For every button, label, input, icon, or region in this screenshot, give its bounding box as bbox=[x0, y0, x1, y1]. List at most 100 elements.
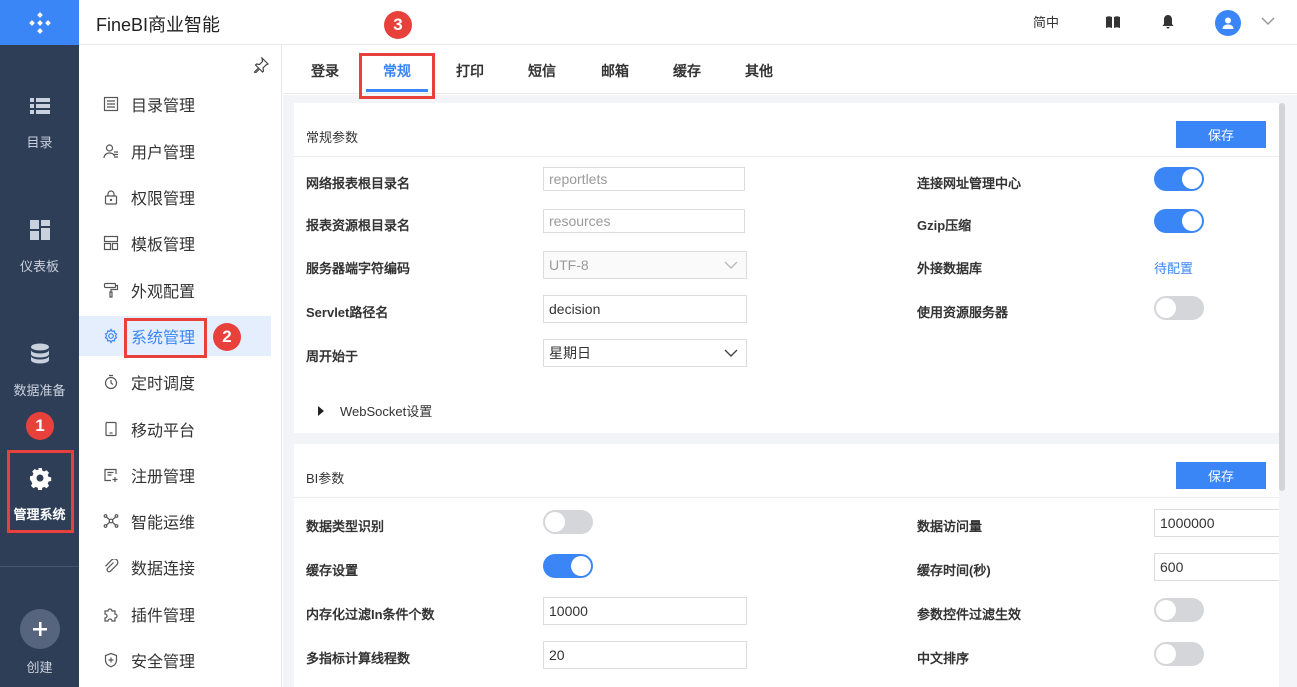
save-button[interactable]: 保存 bbox=[1176, 121, 1266, 148]
list-icon bbox=[103, 96, 119, 112]
vertical-scrollbar[interactable] bbox=[1279, 103, 1285, 491]
subnav-item-security[interactable]: 安全管理 bbox=[79, 640, 271, 680]
switch-knob bbox=[571, 556, 591, 576]
cn-sort-switch[interactable] bbox=[1154, 642, 1204, 666]
param-filter-switch[interactable] bbox=[1154, 598, 1204, 622]
left-rail: 目录 仪表板 数据准备 管理系统 创建 bbox=[0, 0, 79, 687]
switch-knob bbox=[1182, 169, 1202, 189]
encoding-label: 服务器端字符编码 bbox=[306, 261, 411, 276]
system-submenu: 目录管理 用户管理 权限管理 模板管理 外观配置 系统管理 定时调度 移动平台 … bbox=[79, 45, 282, 687]
servlet-input[interactable]: decision bbox=[543, 295, 747, 323]
subnav-item-label: 外观配置 bbox=[131, 284, 196, 301]
encoding-value: UTF-8 bbox=[549, 257, 589, 273]
subnav-item-users[interactable]: 用户管理 bbox=[79, 131, 271, 171]
tab-login[interactable]: 登录 bbox=[311, 61, 339, 81]
step-badge-2: 2 bbox=[213, 323, 241, 351]
resource-root-input[interactable]: resources bbox=[543, 209, 745, 233]
language-switch[interactable]: 简中 bbox=[1033, 12, 1059, 31]
type-detect-switch[interactable] bbox=[543, 510, 593, 534]
pin-icon[interactable] bbox=[253, 57, 269, 73]
in-filter-label: 内存化过滤In条件个数 bbox=[306, 607, 435, 622]
subnav-item-label: 用户管理 bbox=[131, 145, 196, 162]
plus-icon bbox=[19, 608, 60, 649]
gear-icon bbox=[29, 467, 51, 490]
threads-input[interactable]: 20 bbox=[543, 641, 747, 669]
subnav-item-ops[interactable]: 智能运维 bbox=[79, 501, 271, 541]
subnav-item-permissions[interactable]: 权限管理 bbox=[79, 177, 271, 217]
cache-time-label: 缓存时间(秒) bbox=[917, 563, 991, 578]
tab-other[interactable]: 其他 bbox=[745, 61, 773, 81]
cache-time-input[interactable]: 600 bbox=[1154, 553, 1279, 581]
subnav-item-label: 模板管理 bbox=[131, 237, 196, 254]
rail-item-dashboard[interactable]: 仪表板 bbox=[0, 206, 79, 286]
dashboard-icon bbox=[29, 219, 50, 240]
subnav-item-label: 数据连接 bbox=[131, 561, 196, 578]
week-start-select[interactable]: 星期日 bbox=[543, 339, 747, 367]
websocket-toggle[interactable]: WebSocket设置 bbox=[318, 401, 432, 420]
cache-label: 缓存设置 bbox=[306, 563, 359, 578]
switch-knob bbox=[1156, 298, 1176, 318]
rail-item-label: 仪表板 bbox=[19, 258, 59, 274]
subnav-item-label: 权限管理 bbox=[131, 191, 196, 208]
resource-root-label: 报表资源根目录名 bbox=[306, 218, 411, 233]
rail-item-management[interactable]: 管理系统 bbox=[0, 454, 79, 534]
resource-server-switch[interactable] bbox=[1154, 296, 1204, 320]
settings-content: 常规参数 保存 网络报表根目录名 reportlets 报表资源根目录名 res… bbox=[283, 95, 1297, 687]
timer-icon bbox=[104, 374, 118, 390]
database-icon bbox=[30, 343, 49, 363]
finebi-logo-icon[interactable] bbox=[0, 0, 79, 45]
access-input[interactable]: 1000000 bbox=[1154, 509, 1279, 537]
subnav-item-schedule[interactable]: 定时调度 bbox=[79, 362, 271, 402]
ext-db-label: 外接数据库 bbox=[917, 261, 983, 276]
subnav-item-mobile[interactable]: 移动平台 bbox=[79, 409, 271, 449]
rail-item-label: 数据准备 bbox=[13, 382, 66, 398]
cache-switch[interactable] bbox=[543, 554, 593, 578]
chevron-down-icon[interactable] bbox=[1261, 16, 1275, 26]
access-label: 数据访问量 bbox=[917, 519, 983, 534]
servlet-label: Servlet路径名 bbox=[306, 305, 389, 320]
panel-title: BI参数 bbox=[306, 471, 345, 486]
rail-item-catalog[interactable]: 目录 bbox=[0, 82, 79, 162]
save-button[interactable]: 保存 bbox=[1176, 462, 1266, 489]
rail-item-create[interactable]: 创建 bbox=[0, 602, 79, 682]
subnav-item-catalog[interactable]: 目录管理 bbox=[79, 84, 271, 124]
subnav-item-label: 安全管理 bbox=[131, 654, 196, 671]
tab-email[interactable]: 邮箱 bbox=[601, 61, 629, 81]
subnav-item-system[interactable]: 系统管理 bbox=[79, 316, 271, 356]
link-icon bbox=[105, 559, 119, 573]
subnav-item-connections[interactable]: 数据连接 bbox=[79, 547, 271, 587]
rail-item-data-prep[interactable]: 数据准备 bbox=[0, 330, 79, 410]
tab-sms[interactable]: 短信 bbox=[528, 61, 556, 81]
switch-knob bbox=[1156, 600, 1176, 620]
caret-right-icon bbox=[318, 405, 324, 416]
subnav-item-label: 注册管理 bbox=[131, 469, 196, 486]
tab-print[interactable]: 打印 bbox=[456, 61, 484, 81]
tab-general[interactable]: 常规 bbox=[383, 61, 411, 81]
network-icon bbox=[103, 514, 119, 528]
chevron-down-icon bbox=[724, 261, 738, 269]
subnav-item-appearance[interactable]: 外观配置 bbox=[79, 270, 271, 310]
week-start-label: 周开始于 bbox=[306, 349, 359, 364]
tab-cache[interactable]: 缓存 bbox=[673, 61, 701, 81]
encoding-select[interactable]: UTF-8 bbox=[543, 251, 747, 279]
shield-icon bbox=[104, 652, 118, 668]
book-icon[interactable] bbox=[1104, 13, 1122, 31]
ext-db-config-link[interactable]: 待配置 bbox=[1154, 258, 1193, 277]
subnav-item-registration[interactable]: 注册管理 bbox=[79, 455, 271, 495]
week-start-value: 星期日 bbox=[549, 345, 591, 361]
threads-label: 多指标计算线程数 bbox=[306, 651, 411, 666]
subnav-item-plugins[interactable]: 插件管理 bbox=[79, 594, 271, 634]
panel-title: 常规参数 bbox=[306, 130, 359, 145]
avatar[interactable] bbox=[1215, 10, 1241, 36]
bell-icon[interactable] bbox=[1159, 13, 1177, 31]
in-filter-input[interactable]: 10000 bbox=[543, 597, 747, 625]
websocket-label: WebSocket设置 bbox=[340, 404, 433, 419]
url-center-switch[interactable] bbox=[1154, 167, 1204, 191]
bi-params-panel: BI参数 保存 数据类型识别 缓存设置 内存化过滤In条件个数 10000 多指… bbox=[294, 444, 1279, 687]
step-badge-1: 1 bbox=[26, 412, 54, 440]
report-root-input[interactable]: reportlets bbox=[543, 167, 745, 191]
gzip-switch[interactable] bbox=[1154, 209, 1204, 233]
switch-knob bbox=[545, 512, 565, 532]
subnav-item-templates[interactable]: 模板管理 bbox=[79, 223, 271, 263]
step-badge-3: 3 bbox=[384, 11, 412, 39]
